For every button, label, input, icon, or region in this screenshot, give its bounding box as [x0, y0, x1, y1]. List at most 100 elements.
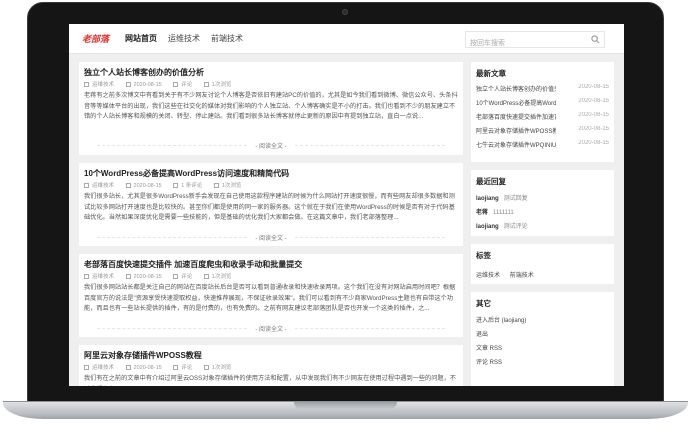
recent-post-item[interactable]: 七牛云对象存储插件WPQINIU 2020-08-15: [476, 140, 609, 151]
post-date: 2020-08-15: [133, 183, 162, 189]
tag-list: 运维技术 前端技术: [476, 270, 542, 279]
post-comments[interactable]: 评论: [181, 274, 192, 280]
post-views: 1次浏览: [211, 274, 232, 280]
read-more-link[interactable]: - 阅读全文 -: [79, 324, 463, 333]
recent-post-date: 2020-08-15: [578, 126, 609, 132]
post-card: 10个WordPress必备提高WordPress访问速度和精简代码 运维技术 …: [79, 163, 463, 246]
post-comments[interactable]: 评论: [181, 365, 192, 371]
read-more-label[interactable]: 阅读全文: [259, 236, 283, 242]
comment-text[interactable]: 测试回复: [504, 196, 528, 202]
recent-post-item[interactable]: 独立个人站长博客创办的价值分析 2020-08-15: [476, 84, 609, 95]
read-more-link[interactable]: - 阅读全文 -: [79, 141, 463, 150]
post-date: 2020-08-15: [133, 274, 162, 280]
recent-post-item[interactable]: 10个WordPress必备提高WordPress访问速度和精简代码 2020-0…: [476, 98, 609, 109]
comment-icon: [173, 81, 179, 87]
laptop-mockup: 老部落 网站首页 运维技术 前端技术 独立个人站长博客创办的价值分析 运维技术 …: [0, 0, 691, 429]
folder-icon: [84, 81, 89, 87]
post-views: 1次浏览: [211, 82, 232, 88]
tag-link[interactable]: 前端技术: [510, 273, 534, 279]
laptop-screen: 老部落 网站首页 运维技术 前端技术 独立个人站长博客创办的价值分析 运维技术 …: [69, 24, 624, 386]
search-icon[interactable]: [591, 35, 600, 44]
post-category[interactable]: 运维技术: [92, 274, 114, 280]
post-excerpt: 我们很多网站站长都是关注自己的网站在百度站长后台是否可以看到普通收录和快速收录两…: [84, 284, 456, 312]
post-category[interactable]: 运维技术: [92, 82, 114, 88]
post-excerpt: 我们有在之前的文章中有介绍过阿里云OSS对象存储插件的使用方法和配置，从中发现我…: [84, 375, 456, 386]
post-date: 2020-08-15: [133, 82, 162, 88]
comment-icon: [173, 182, 179, 188]
eye-icon: [203, 364, 209, 370]
site-header: 老部落 网站首页 运维技术 前端技术: [69, 24, 624, 54]
tag-link[interactable]: 运维技术: [476, 273, 500, 279]
recent-comment-item[interactable]: laojiang 测试回复: [476, 193, 609, 202]
nav-item-ops[interactable]: 运维技术: [168, 33, 200, 44]
laptop-notch: [294, 402, 397, 409]
recent-comment-item[interactable]: 老蒋 1111111: [476, 207, 609, 216]
read-more-label[interactable]: 阅读全文: [259, 327, 283, 333]
clock-icon: [125, 182, 131, 188]
read-more-label[interactable]: 阅读全文: [259, 144, 283, 150]
meta-link-posts-rss[interactable]: 文章 RSS: [476, 343, 609, 352]
recent-post-item[interactable]: 阿里云对象存储插件WPOSS教程 2020-08-15: [476, 126, 609, 137]
folder-icon: [84, 364, 89, 370]
post-date: 2020-08-15: [133, 365, 162, 371]
comment-text[interactable]: 测试评论: [504, 224, 528, 230]
nav-item-home[interactable]: 网站首页: [125, 33, 157, 44]
comment-icon: [173, 273, 179, 279]
post-meta: 运维技术 2020-08-15 1 条评论 1次浏览: [84, 181, 251, 189]
camera-icon: [342, 9, 348, 15]
widget-recent-comments: 最近回复 laojiang 测试回复 老蒋 1111111 laojiang 测试评论: [471, 170, 614, 236]
recent-post-date: 2020-08-15: [578, 84, 609, 90]
meta-link-logout[interactable]: 退出: [476, 329, 609, 338]
post-comments[interactable]: 1 条评论: [181, 183, 202, 189]
post-comments[interactable]: 评论: [181, 82, 192, 88]
post-meta: 运维技术 2020-08-15 评论 1次浏览: [84, 272, 241, 280]
post-card: 老部落百度快速提交插件 加速百度爬虫和收录手动和批量提交 运维技术 2020-0…: [79, 254, 463, 337]
eye-icon: [203, 81, 209, 87]
post-title[interactable]: 10个WordPress必备提高WordPress访问速度和精简代码: [84, 168, 289, 179]
post-category[interactable]: 运维技术: [92, 365, 114, 371]
post-views: 1次浏览: [221, 183, 242, 189]
recent-post-title[interactable]: 七牛云对象存储插件WPQINIU: [476, 140, 556, 149]
comment-author: laojiang: [476, 224, 499, 230]
site-logo[interactable]: 老部落: [82, 32, 109, 45]
recent-post-title[interactable]: 阿里云对象存储插件WPOSS教程: [476, 126, 556, 135]
widget-title: 其它: [476, 299, 491, 308]
read-more-link[interactable]: - 阅读全文 -: [79, 233, 463, 242]
recent-post-title[interactable]: 老部落百度快速提交插件加速百度爬虫: [476, 112, 556, 121]
clock-icon: [125, 81, 131, 87]
search-box: [465, 31, 605, 51]
post-title[interactable]: 老部落百度快速提交插件 加速百度爬虫和收录手动和批量提交: [84, 259, 302, 270]
eye-icon: [213, 182, 219, 188]
meta-link-comments-rss[interactable]: 评论 RSS: [476, 357, 609, 366]
post-title[interactable]: 阿里云对象存储插件WPOSS教程: [84, 350, 202, 361]
widget-title: 标签: [476, 251, 491, 260]
nav-item-frontend[interactable]: 前端技术: [211, 33, 243, 44]
recent-post-date: 2020-08-15: [578, 98, 609, 104]
eye-icon: [203, 273, 209, 279]
comment-author: laojiang: [476, 196, 499, 202]
widget-title: 最新文章: [476, 69, 506, 78]
widget-title: 最近回复: [476, 177, 506, 186]
widget-recent-posts: 最新文章 独立个人站长博客创办的价值分析 2020-08-15 10个WordPr…: [471, 62, 614, 162]
search-input[interactable]: [466, 36, 584, 51]
recent-post-title[interactable]: 10个WordPress必备提高WordPress访问速度和精简代码: [476, 98, 556, 107]
widget-meta: 其它 进入后台 (laojiang) 退出 文章 RSS 评论 RSS: [471, 292, 614, 386]
post-excerpt: 我们很多站长，尤其是很多WordPress新手会发现在自己使用这款程序建站的时候…: [84, 193, 455, 221]
clock-icon: [125, 364, 131, 370]
folder-icon: [84, 182, 89, 188]
meta-link-admin[interactable]: 进入后台 (laojiang): [476, 315, 609, 324]
comment-icon: [173, 364, 179, 370]
post-excerpt: 老蒋有之前多次博文中有看到关于有不少网友讨论个人博客是否依旧有建站PC的价值的，…: [84, 92, 458, 120]
post-card: 阿里云对象存储插件WPOSS教程 运维技术 2020-08-15 评论 1次浏览…: [79, 345, 463, 386]
recent-post-title[interactable]: 独立个人站长博客创办的价值分析: [476, 84, 556, 93]
post-title[interactable]: 独立个人站长博客创办的价值分析: [84, 67, 204, 78]
post-card: 独立个人站长博客创办的价值分析 运维技术 2020-08-15 评论 1次浏览 …: [79, 62, 463, 155]
recent-comment-item[interactable]: laojiang 测试评论: [476, 221, 609, 230]
post-meta: 运维技术 2020-08-15 评论 1次浏览: [84, 363, 241, 371]
recent-post-item[interactable]: 老部落百度快速提交插件加速百度爬虫 2020-08-15: [476, 112, 609, 123]
comment-text[interactable]: 1111111: [493, 210, 514, 216]
recent-post-date: 2020-08-15: [578, 112, 609, 118]
post-category[interactable]: 运维技术: [92, 183, 114, 189]
post-views: 1次浏览: [211, 365, 232, 371]
comment-author: 老蒋: [476, 210, 489, 216]
